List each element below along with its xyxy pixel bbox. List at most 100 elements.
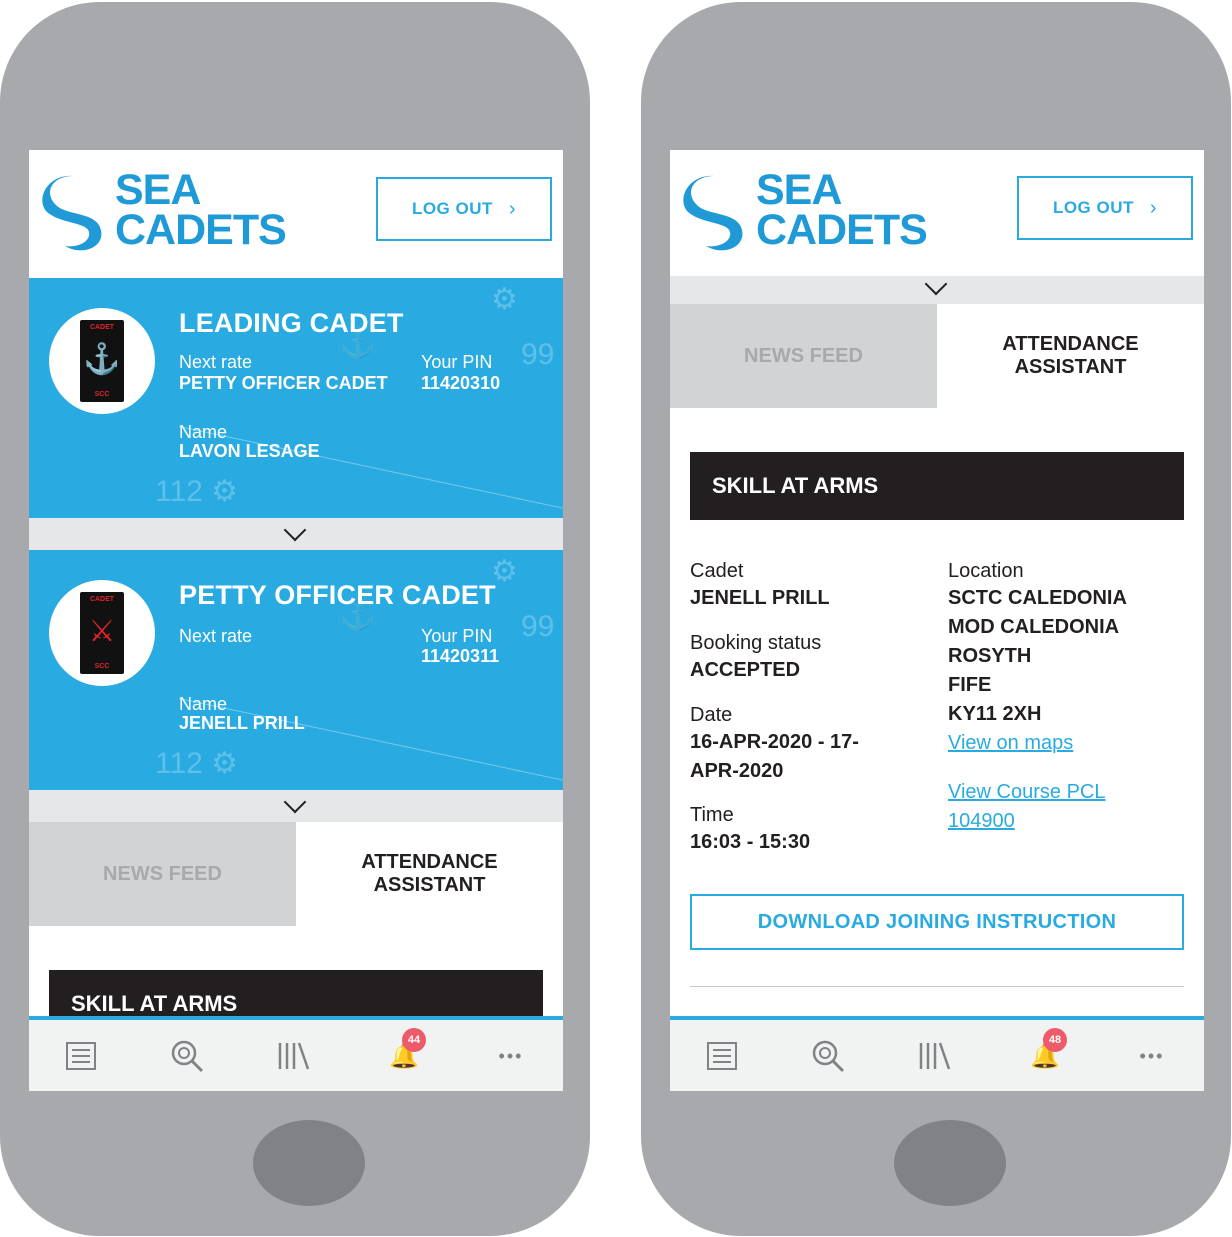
chevron-down-icon	[283, 518, 307, 542]
location-line: SCTC CALEDONIA	[948, 587, 1127, 609]
rank-card-next[interactable]: ⚙ 99 112 ⚙ ⚓ CADET ⚔ SCC PETTY OFFICER C…	[29, 550, 563, 790]
nav-list[interactable]	[702, 1038, 742, 1074]
nav-library[interactable]	[274, 1038, 314, 1074]
divider	[690, 986, 1184, 987]
rank-title: PETTY OFFICER CADET	[179, 580, 496, 610]
name-label: Name	[179, 422, 228, 442]
phone-right: SEA CADETS LOG OUT › NEWS FEED ATTENDANC…	[641, 2, 1231, 1236]
badge-bottom-text: SCC	[94, 391, 110, 398]
tab-attendance-assistant[interactable]: ATTENDANCE ASSISTANT	[937, 304, 1204, 408]
time-label: Time	[690, 804, 734, 826]
nav-notifications[interactable]: 🔔 48	[1025, 1028, 1067, 1074]
tab-attendance-assistant[interactable]: ATTENDANCE ASSISTANT	[296, 822, 563, 926]
rank-badge: CADET ⚓ SCC	[49, 308, 155, 414]
expand-toggle[interactable]	[29, 790, 563, 822]
app-header: SEA CADETS LOG OUT ›	[670, 150, 1204, 278]
badge-top-text: CADET	[89, 324, 115, 331]
crossed-anchors-icon: ⚔	[88, 615, 116, 648]
download-joining-instruction-button[interactable]: DOWNLOAD JOINING INSTRUCTION	[690, 894, 1184, 950]
location-line: MOD CALEDONIA	[948, 616, 1120, 638]
badge-patch: CADET ⚓ SCC	[80, 320, 124, 402]
name-value: LAVON LESAGE	[179, 441, 320, 461]
notification-badge: 44	[402, 1028, 426, 1052]
home-button[interactable]	[894, 1120, 1006, 1206]
screen-left: SEA CADETS LOG OUT › ⚙ 99 112 ⚙ ⚓ CADET …	[29, 150, 563, 1091]
search-icon	[812, 1040, 845, 1073]
nav-search[interactable]	[167, 1038, 207, 1074]
notification-badge: 48	[1043, 1028, 1067, 1052]
pin-label: Your PIN	[421, 626, 493, 646]
sea-cadets-logo: SEA CADETS	[678, 168, 978, 258]
list-icon	[707, 1042, 737, 1070]
app-header: SEA CADETS LOG OUT ›	[29, 150, 563, 278]
logo-line-cadets: CADETS	[756, 206, 928, 254]
logo-line-sea: SEA	[756, 166, 842, 214]
badge-top-text: CADET	[89, 596, 115, 603]
course-number-link[interactable]: 104900	[948, 807, 1015, 836]
phone-left: SEA CADETS LOG OUT › ⚙ 99 112 ⚙ ⚓ CADET …	[0, 2, 590, 1236]
nav-notifications[interactable]: 🔔 44	[384, 1028, 426, 1074]
more-icon: •••	[1139, 1046, 1165, 1066]
view-on-maps-link[interactable]: View on maps	[948, 729, 1073, 758]
library-icon	[919, 1042, 951, 1070]
chevron-down-icon	[924, 272, 948, 296]
logo-wordmark: SEA CADETS	[756, 166, 928, 254]
nav-more[interactable]: •••	[1132, 1038, 1172, 1074]
nav-list[interactable]	[61, 1038, 101, 1074]
more-icon: •••	[498, 1046, 524, 1066]
logo-wordmark: SEA CADETS	[115, 166, 287, 252]
sea-cadets-logo: SEA CADETS	[37, 168, 337, 258]
decor-number: 99	[521, 338, 555, 371]
date-label: Date	[690, 704, 733, 726]
cadet-value: JENELL PRILL	[690, 587, 830, 609]
decor-number: 112 ⚙	[155, 475, 239, 508]
nav-search[interactable]	[808, 1038, 848, 1074]
swoosh-icon	[42, 175, 102, 251]
date-value-line2: APR-2020	[690, 760, 784, 782]
pin-label: Your PIN	[421, 352, 493, 372]
bottom-nav: 🔔 48 •••	[670, 1016, 1204, 1091]
logo-line-sea: SEA	[115, 166, 201, 214]
expand-toggle[interactable]	[670, 272, 1204, 304]
decor-number: 112 ⚙	[155, 747, 239, 780]
location-line: FIFE	[948, 674, 992, 696]
rank-card-current[interactable]: ⚙ 99 112 ⚙ ⚓ CADET ⚓ SCC LEADING CADET N…	[29, 278, 563, 518]
expand-toggle[interactable]	[29, 518, 563, 550]
logout-button[interactable]: LOG OUT ›	[376, 177, 552, 241]
list-icon	[66, 1042, 96, 1070]
chevron-right-icon: ›	[508, 197, 517, 220]
home-button[interactable]	[253, 1120, 365, 1206]
screen-right: SEA CADETS LOG OUT › NEWS FEED ATTENDANC…	[670, 150, 1204, 1091]
tab-label: ATTENDANCE ASSISTANT	[1002, 333, 1139, 378]
location-label: Location	[948, 560, 1024, 582]
location-line: KY11 2XH	[948, 703, 1042, 725]
nav-more[interactable]: •••	[491, 1038, 531, 1074]
date-value-line1: 16-APR-2020 - 17-	[690, 731, 859, 753]
pin-value: 11420310	[421, 373, 501, 393]
anchor-icon: ⚓	[83, 343, 121, 376]
view-course-link[interactable]: View Course PCL	[948, 778, 1105, 807]
tab-news-feed[interactable]: NEWS FEED	[29, 822, 296, 926]
booking-status-label: Booking status	[690, 632, 822, 654]
badge-bottom-text: SCC	[94, 663, 110, 670]
logout-button[interactable]: LOG OUT ›	[1017, 176, 1193, 240]
search-icon	[171, 1040, 204, 1073]
tab-bar: NEWS FEED ATTENDANCE ASSISTANT	[670, 304, 1204, 408]
tab-bar: NEWS FEED ATTENDANCE ASSISTANT	[29, 822, 563, 926]
rank-title: LEADING CADET	[179, 308, 404, 338]
chevron-down-icon	[283, 790, 307, 814]
location-line: ROSYTH	[948, 645, 1032, 667]
logout-label: LOG OUT	[411, 199, 493, 218]
tab-news-feed[interactable]: NEWS FEED	[670, 304, 937, 408]
pin-value: 11420311	[421, 646, 500, 666]
decor-number: 99	[521, 610, 555, 643]
section-header: SKILL AT ARMS	[690, 452, 1184, 520]
nav-library[interactable]	[915, 1038, 955, 1074]
decor-gear-icon: ⚙	[491, 283, 518, 316]
next-rate-label: Next rate	[179, 352, 253, 372]
time-value: 16:03 - 15:30	[690, 831, 811, 853]
badge-patch: CADET ⚔ SCC	[80, 592, 124, 674]
rank-badge: CADET ⚔ SCC	[49, 580, 155, 686]
name-value: JENELL PRILL	[179, 713, 305, 733]
next-rate-label: Next rate	[179, 626, 253, 646]
